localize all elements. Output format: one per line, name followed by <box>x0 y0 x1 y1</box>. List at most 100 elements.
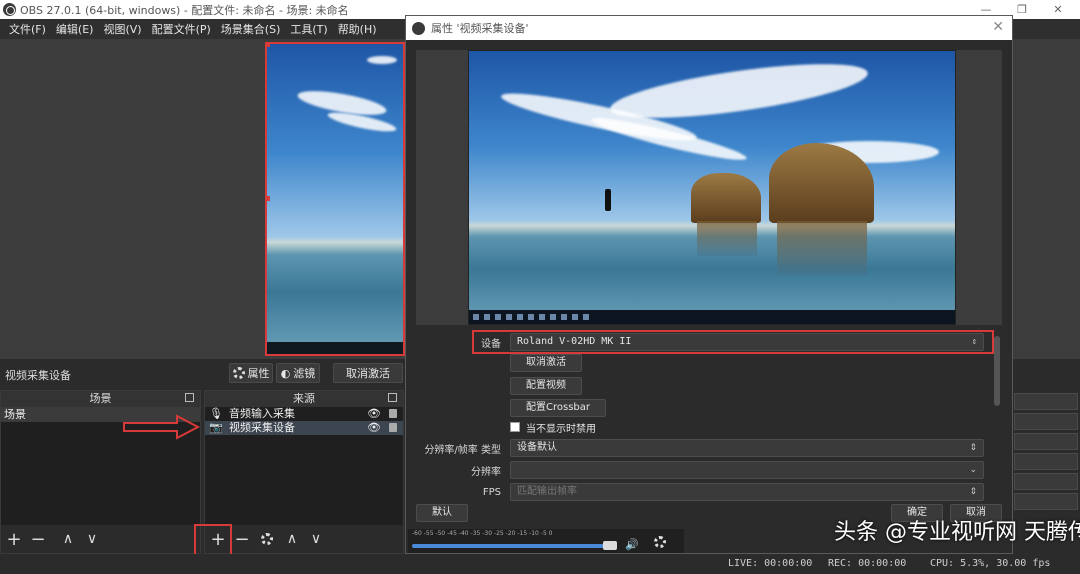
source-item-video-capture[interactable]: 📷 视频采集设备 👁 <box>205 421 403 435</box>
control-button[interactable] <box>1014 433 1078 450</box>
disable-when-hidden-checkbox[interactable] <box>510 422 520 432</box>
resolution-select[interactable]: ⌄ <box>510 461 984 479</box>
properties-button-label: 属性 <box>247 367 270 380</box>
dialog-scrollbar[interactable] <box>994 336 1000 406</box>
resolution-fps-type-row: 分辨率/帧率 类型 设备默认 ⇕ <box>406 438 1006 458</box>
resolution-row: 分辨率 ⌄ <box>406 460 1006 480</box>
volume-slider-track[interactable] <box>412 544 617 548</box>
menu-tools[interactable]: 工具(T) <box>285 21 332 37</box>
rec-status: REC: 00:00:00 <box>828 558 907 569</box>
gear-icon[interactable] <box>654 536 666 548</box>
menu-profile[interactable]: 配置文件(P) <box>147 21 216 37</box>
device-value: Roland V-02HD MK II <box>517 336 632 347</box>
menu-help[interactable]: 帮助(H) <box>333 21 382 37</box>
deactivate-button[interactable]: 取消激活 <box>333 363 403 383</box>
meter-ticks: -60 -55 -50 -45 -40 -35 -30 -25 -20 -15 … <box>412 530 553 537</box>
menu-edit[interactable]: 编辑(E) <box>51 21 99 37</box>
add-button-highlight <box>194 524 232 557</box>
menu-file[interactable]: 文件(F) <box>4 21 51 37</box>
scenes-footer: + − ∧ ∨ <box>1 525 200 553</box>
device-label: 设备 <box>481 338 501 350</box>
volume-slider-handle[interactable] <box>603 541 617 550</box>
up-down-arrow-icon: ⇕ <box>969 443 977 453</box>
eye-icon[interactable]: 👁 <box>367 407 381 421</box>
resolution-label: 分辨率 <box>471 466 501 478</box>
up-down-arrow-icon: ⇕ <box>971 337 977 347</box>
sources-dock-header: 来源 <box>205 391 403 407</box>
gear-icon[interactable] <box>261 533 273 545</box>
configure-video-button[interactable]: 配置视频 <box>510 377 582 395</box>
properties-dialog: 属性 '视频采集设备' ✕ 设备 Roland V-02HD MK II ⇕ 取… <box>405 15 1013 554</box>
status-bar: LIVE: 00:00:00 REC: 00:00:00 CPU: 5.3%, … <box>0 554 1080 574</box>
speaker-icon[interactable]: 🔊 <box>625 538 639 551</box>
fps-value: 匹配输出帧率 <box>517 486 577 497</box>
fps-row: FPS 匹配输出帧率 ⇕ <box>406 482 1006 502</box>
obs-logo-icon <box>3 3 16 16</box>
control-button[interactable] <box>1014 393 1078 410</box>
disable-when-hidden-row[interactable]: 当不显示时禁用 <box>510 417 596 437</box>
deactivate-device-button[interactable]: 取消激活 <box>510 354 582 372</box>
resize-handle[interactable] <box>267 196 270 201</box>
eye-icon[interactable]: 👁 <box>367 421 381 435</box>
chevron-down-icon: ⌄ <box>969 465 977 475</box>
control-button[interactable] <box>1014 453 1078 470</box>
source-label: 音频输入采集 <box>229 407 295 420</box>
main-window-title: OBS 27.0.1 (64-bit, windows) - 配置文件: 未命名… <box>20 3 349 17</box>
taskbar-thumbnail <box>469 310 955 324</box>
properties-button[interactable]: 属性 <box>229 363 273 383</box>
disable-when-hidden-label: 当不显示时禁用 <box>526 423 596 435</box>
control-button[interactable] <box>1014 493 1078 510</box>
device-row: 设备 Roland V-02HD MK II ⇕ <box>406 332 1006 352</box>
configure-crossbar-button[interactable]: 配置Crossbar <box>510 399 606 417</box>
filters-button[interactable]: ◐ 滤镜 <box>276 363 320 383</box>
control-button[interactable] <box>1014 413 1078 430</box>
selected-source-label: 视频采集设备 <box>5 369 71 382</box>
watermark: 头条 @专业视听网 天腾传媒 <box>834 520 1080 545</box>
selected-source-preview[interactable] <box>265 42 405 356</box>
close-button[interactable]: ✕ <box>1040 0 1076 19</box>
deactivate-button-label: 取消激活 <box>346 367 390 380</box>
undock-icon[interactable] <box>185 393 194 402</box>
move-up-icon[interactable]: ∧ <box>59 531 77 547</box>
add-icon[interactable]: + <box>5 529 23 550</box>
device-select[interactable]: Roland V-02HD MK II ⇕ <box>510 333 984 351</box>
resolution-fps-type-select[interactable]: 设备默认 ⇕ <box>510 439 984 457</box>
resolution-fps-type-value: 设备默认 <box>517 442 557 453</box>
move-down-icon[interactable]: ∨ <box>307 531 325 547</box>
lock-icon[interactable] <box>389 409 397 418</box>
red-arrow-annotation <box>123 414 201 440</box>
sources-footer: + − ∧ ∨ <box>205 525 403 553</box>
fps-select[interactable]: 匹配输出帧率 ⇕ <box>510 483 984 501</box>
move-down-icon[interactable]: ∨ <box>83 531 101 547</box>
source-list: 🎙 音频输入采集 👁 📷 视频采集设备 👁 <box>205 407 403 525</box>
live-status: LIVE: 00:00:00 <box>728 558 813 569</box>
fps-label: FPS <box>482 486 501 498</box>
beach-scene-image <box>267 44 403 354</box>
remove-icon[interactable]: − <box>233 529 251 550</box>
source-label: 视频采集设备 <box>229 421 295 434</box>
menu-view[interactable]: 视图(V) <box>98 21 146 37</box>
dialog-preview <box>416 50 1002 325</box>
lock-icon[interactable] <box>389 423 397 432</box>
taskbar-thumbnail <box>267 342 403 354</box>
up-down-arrow-icon: ⇕ <box>969 487 977 497</box>
filters-icon: ◐ <box>280 366 291 380</box>
dialog-title: 属性 '视频采集设备' <box>431 22 529 35</box>
source-item-audio-input[interactable]: 🎙 音频输入采集 👁 <box>205 407 403 421</box>
control-button[interactable] <box>1014 473 1078 490</box>
sources-dock-title: 来源 <box>293 392 315 405</box>
move-up-icon[interactable]: ∧ <box>283 531 301 547</box>
microphone-icon: 🎙 <box>209 407 223 420</box>
menu-scene-collection[interactable]: 场景集合(S) <box>216 21 286 37</box>
dialog-title-bar: 属性 '视频采集设备' ✕ <box>406 16 1012 40</box>
undock-icon[interactable] <box>388 393 397 402</box>
filters-button-label: 滤镜 <box>293 367 316 380</box>
remove-icon[interactable]: − <box>29 529 47 550</box>
resize-handle[interactable] <box>267 44 270 47</box>
close-icon[interactable]: ✕ <box>992 19 1004 35</box>
camera-icon: 📷 <box>209 421 223 434</box>
sources-dock: 来源 🎙 音频输入采集 👁 📷 视频采集设备 👁 + − ∧ ∨ <box>204 390 404 554</box>
runner-silhouette <box>605 189 611 211</box>
obs-logo-icon <box>412 21 425 35</box>
defaults-button[interactable]: 默认 <box>416 504 468 522</box>
